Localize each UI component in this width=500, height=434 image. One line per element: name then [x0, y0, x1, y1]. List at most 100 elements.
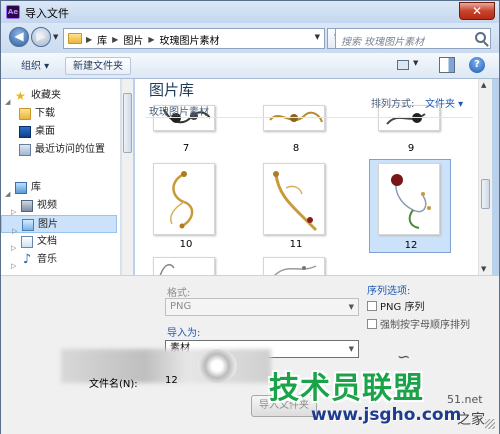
navigation-bar: ◀ ▶ ▼ ▶ 库 ▶ 图片 ▶ 玫瑰图片素材 ▼ ↻ 搜索 玫瑰图片素材 — [1, 23, 499, 53]
view-dropdown-icon: ▼ — [413, 59, 419, 67]
breadcrumb-item-pictures[interactable]: 图片 — [123, 32, 143, 47]
breadcrumb-separator-icon[interactable]: ▶ — [148, 35, 154, 44]
star-icon: ★ — [15, 89, 26, 103]
search-icon — [475, 32, 486, 43]
sidebar-item-label: 视频 — [37, 200, 57, 211]
scrollbar-thumb[interactable] — [481, 179, 490, 209]
watermark-url: www.jsgho.com — [311, 405, 462, 425]
music-library-icon: ♪ — [22, 252, 32, 267]
sidebar-item-pictures[interactable]: ▷ 图片 — [1, 215, 117, 235]
after-effects-icon: Ae — [6, 5, 20, 19]
format-select: PNG ▼ — [165, 298, 359, 316]
file-item-8[interactable]: 8 — [255, 105, 337, 161]
sidebar-item-desktop[interactable]: 桌面 — [1, 123, 117, 141]
pictures-library-icon — [22, 219, 34, 231]
library-icon — [15, 182, 27, 194]
header-divider — [145, 117, 473, 118]
sidebar-item-favorites[interactable]: ◢ ★ 收藏夹 — [1, 87, 117, 106]
close-button[interactable]: ✕ — [459, 2, 495, 20]
checkbox-box[interactable] — [367, 301, 377, 311]
file-item-9[interactable]: 9 — [370, 105, 452, 161]
file-item-next-1[interactable] — [145, 257, 227, 275]
sidebar-item-label: 桌面 — [35, 126, 55, 137]
organize-button[interactable]: 组织 ▾ — [13, 57, 57, 75]
png-sequence-checkbox[interactable]: PNG 序列 — [367, 298, 424, 313]
file-name-label: 8 — [292, 143, 300, 154]
arrange-by-label: 排列方式: — [371, 99, 415, 110]
expand-arrow-icon[interactable]: ▷ — [11, 257, 16, 275]
search-input[interactable]: 搜索 玫瑰图片素材 — [335, 28, 491, 49]
sequence-options-label: 序列选项: — [367, 286, 411, 297]
checkbox-box[interactable] — [367, 319, 377, 329]
force-alphabetical-checkbox[interactable]: 强制按字母顺序排列 — [367, 316, 470, 331]
download-folder-icon — [19, 108, 31, 120]
new-folder-button[interactable]: 新建文件夹 — [65, 57, 131, 75]
rose-thumbnail-image — [273, 171, 318, 232]
documents-library-icon — [21, 236, 33, 248]
sidebar-item-documents[interactable]: ▷ 文档 — [1, 233, 117, 252]
format-value: PNG — [170, 301, 192, 312]
breadcrumb-item-library[interactable]: 库 — [97, 32, 107, 47]
file-item-12[interactable]: 12 — [369, 159, 451, 253]
file-item-11[interactable]: 11 — [255, 163, 337, 253]
file-list-scrollbar[interactable]: ▲ ▼ — [478, 79, 492, 275]
sidebar-item-label: 收藏夹 — [31, 90, 61, 101]
view-icon — [397, 60, 409, 70]
forward-button[interactable]: ▶ — [31, 27, 51, 47]
sidebar-item-music[interactable]: ▷ ♪ 音乐 — [1, 251, 117, 270]
scrollbar-thumb[interactable] — [123, 93, 132, 153]
sidebar-item-videos[interactable]: ▷ 视频 — [1, 197, 117, 216]
preview-pane-toggle[interactable] — [439, 57, 455, 73]
resize-grip-icon[interactable] — [485, 419, 495, 429]
chevron-down-icon: ▼ — [348, 303, 354, 311]
library-title: 图片库 — [149, 79, 469, 100]
scroll-up-icon[interactable]: ▲ — [481, 81, 486, 89]
breadcrumb-item-rose-folder[interactable]: 玫瑰图片素材 — [159, 32, 219, 47]
change-view-button[interactable]: ▼ — [397, 58, 423, 74]
thumbnail — [263, 163, 325, 235]
file-name-label: 10 — [179, 239, 193, 250]
scroll-down-icon[interactable]: ▼ — [481, 265, 486, 273]
thumbnail — [153, 163, 215, 235]
window-title: 导入文件 — [25, 7, 69, 20]
force-alphabetical-label: 强制按字母顺序排列 — [380, 320, 470, 331]
sidebar-item-recent-places[interactable]: 最近访问的位置 — [1, 141, 117, 159]
import-file-dialog: Ae 导入文件 ✕ ◀ ▶ ▼ ▶ 库 ▶ 图片 ▶ 玫瑰图片素材 ▼ ↻ 搜索… — [0, 0, 500, 434]
navigation-pane-scrollbar[interactable] — [121, 79, 133, 275]
arrange-by-dropdown[interactable]: 文件夹 ▾ — [425, 95, 463, 110]
sidebar-item-label: 下载 — [35, 108, 55, 119]
sidebar-item-downloads[interactable]: 下载 — [1, 105, 117, 123]
sidebar-item-label: 文档 — [37, 236, 57, 247]
rose-thumbnail-image — [159, 263, 175, 275]
sidebar-item-label: 库 — [31, 182, 41, 193]
sidebar-item-label: 音乐 — [37, 254, 57, 265]
breadcrumb-separator-icon[interactable]: ▶ — [112, 35, 118, 44]
address-dropdown-icon[interactable]: ▼ — [315, 33, 320, 41]
rose-thumbnail-image — [170, 171, 194, 229]
library-subtitle: 玫瑰图片素材 — [149, 107, 209, 118]
help-button[interactable]: ? — [469, 57, 485, 73]
search-placeholder: 搜索 玫瑰图片素材 — [341, 37, 425, 48]
back-button[interactable]: ◀ — [9, 27, 29, 47]
file-name-label: 9 — [407, 143, 415, 154]
png-sequence-label: PNG 序列 — [380, 302, 425, 313]
file-item-10[interactable]: 10 — [145, 163, 227, 253]
video-library-icon — [21, 200, 33, 212]
watermark-site: 51.net — [447, 393, 483, 406]
file-name-input[interactable]: 12 — [165, 375, 178, 386]
thumbnail — [153, 257, 215, 275]
address-bar[interactable]: ▶ 库 ▶ 图片 ▶ 玫瑰图片素材 ▼ — [63, 28, 325, 49]
sidebar-item-label: 图片 — [38, 219, 58, 230]
thumbnail — [263, 105, 325, 131]
recent-pages-dropdown-icon[interactable]: ▼ — [53, 33, 58, 41]
thumbnail — [378, 163, 440, 235]
file-list: 7 8 9 图片库 玫瑰图片素材 排列方式: 文件夹 ▾ 10 11 12 — [135, 79, 478, 275]
rose-thumbnail-image — [269, 111, 323, 123]
chevron-down-icon: ▼ — [348, 345, 354, 353]
import-as-label: 导入为: — [167, 328, 201, 339]
desktop-icon — [19, 126, 31, 138]
command-toolbar: 组织 ▾ 新建文件夹 ▼ ? — [1, 53, 499, 79]
file-name-label: 7 — [182, 143, 190, 154]
file-item-next-2[interactable] — [255, 257, 337, 275]
sidebar-item-libraries[interactable]: ◢ 库 — [1, 179, 117, 198]
